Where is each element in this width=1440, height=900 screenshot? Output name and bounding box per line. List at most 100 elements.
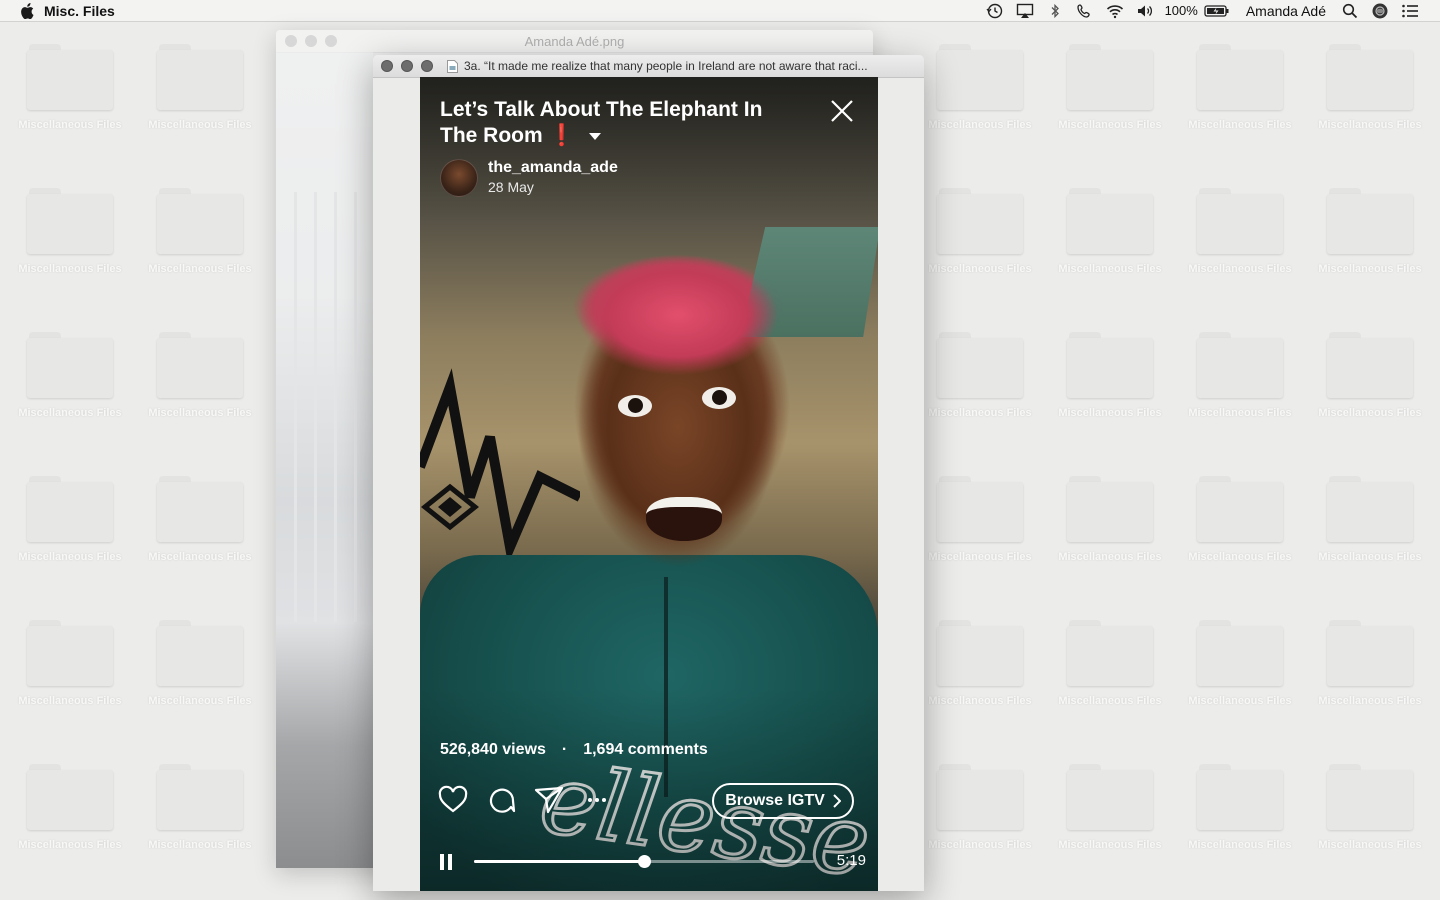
desktop-folder[interactable]: Miscellaneous Files [1305,310,1435,440]
username[interactable]: the_amanda_ade [488,159,618,177]
desktop-folder[interactable]: Miscellaneous Files [5,598,135,728]
preview-window-titlebar[interactable]: 3a. “It made me realize that many people… [373,55,924,78]
folder-label: Miscellaneous Files [928,695,1032,707]
spotlight-icon[interactable] [1340,3,1360,19]
desktop-folder[interactable]: Miscellaneous Files [135,742,265,872]
desktop-folder[interactable]: Miscellaneous Files [135,454,265,584]
railing-bar [314,192,317,622]
desktop-folder[interactable]: Miscellaneous Files [915,166,1045,296]
folder-label: Miscellaneous Files [1058,263,1162,275]
avatar[interactable] [440,159,478,197]
folder-label: Miscellaneous Files [148,839,252,851]
siri-icon[interactable] [1370,3,1390,19]
desktop-folder[interactable]: Miscellaneous Files [1175,310,1305,440]
background-window-titlebar[interactable]: Amanda Adé.png [276,30,873,53]
time-machine-icon[interactable] [985,3,1005,19]
desktop-folder[interactable]: Miscellaneous Files [915,742,1045,872]
desktop-folder[interactable]: Miscellaneous Files [1175,454,1305,584]
bluetooth-icon[interactable] [1045,3,1065,19]
desktop-folder[interactable]: Miscellaneous Files [915,598,1045,728]
folder-label: Miscellaneous Files [18,119,122,131]
action-bar [438,785,612,815]
heart-icon[interactable] [438,785,468,815]
folder-icon [937,188,1023,254]
folder-icon [1197,332,1283,398]
folder-label: Miscellaneous Files [148,551,252,563]
folder-label: Miscellaneous Files [1318,839,1422,851]
phone-icon[interactable] [1075,3,1095,19]
desktop-folder[interactable]: Miscellaneous Files [1045,598,1175,728]
desktop-folder[interactable]: Miscellaneous Files [1045,742,1175,872]
playback-controls: 5:19 [438,851,868,871]
desktop-folder[interactable]: Miscellaneous Files [135,598,265,728]
folder-icon [1327,332,1413,398]
desktop-folder[interactable]: Miscellaneous Files [1175,742,1305,872]
desktop-folder[interactable]: Miscellaneous Files [1175,22,1305,152]
railing-bar [294,192,297,622]
folder-label: Miscellaneous Files [1188,263,1292,275]
folder-icon [27,188,113,254]
browse-igtv-button[interactable]: Browse IGTV [712,783,854,819]
desktop-folder[interactable]: Miscellaneous Files [1045,454,1175,584]
desktop-folder[interactable]: Miscellaneous Files [1175,166,1305,296]
igtv-title-text: Let’s Talk About The Elephant In The Roo… [440,98,763,147]
desktop-folder[interactable]: Miscellaneous Files [1305,742,1435,872]
desktop-folder[interactable]: Miscellaneous Files [5,22,135,152]
folder-label: Miscellaneous Files [148,407,252,419]
desktop-folder[interactable]: Miscellaneous Files [1305,454,1435,584]
caret-down-icon[interactable] [588,132,601,140]
wifi-icon[interactable] [1105,3,1125,19]
pause-icon[interactable] [440,854,454,870]
progress-fill [474,860,644,863]
folder-icon [937,620,1023,686]
background-photo [276,52,373,868]
apple-menu-icon[interactable] [20,2,34,19]
airplay-icon[interactable] [1015,3,1035,19]
battery-icon[interactable] [1204,3,1230,19]
desktop-folder[interactable]: Miscellaneous Files [5,166,135,296]
desktop-folder[interactable]: Miscellaneous Files [1175,598,1305,728]
folder-icon [1327,764,1413,830]
zoom-button[interactable] [421,60,433,72]
desktop-folder[interactable]: Miscellaneous Files [135,166,265,296]
preview-window[interactable]: 3a. “It made me realize that many people… [373,55,924,891]
folder-icon [937,332,1023,398]
folder-label: Miscellaneous Files [1058,695,1162,707]
folder-label: Miscellaneous Files [148,695,252,707]
progress-scrubber[interactable] [638,855,651,868]
igtv-video[interactable]: ellesse Let’s Talk About The Elephant In… [420,77,878,891]
desktop-folder[interactable]: Miscellaneous Files [1045,310,1175,440]
desktop-folder[interactable]: Miscellaneous Files [1305,22,1435,152]
volume-icon[interactable] [1135,3,1155,19]
folder-icon [1327,188,1413,254]
minimize-button[interactable] [401,60,413,72]
desktop-folder[interactable]: Miscellaneous Files [5,742,135,872]
desktop-folder[interactable]: Miscellaneous Files [915,454,1045,584]
folder-label: Miscellaneous Files [1318,695,1422,707]
folder-icon [1067,476,1153,542]
more-options-icon[interactable] [582,785,612,815]
desktop-folder[interactable]: Miscellaneous Files [1305,166,1435,296]
close-button[interactable] [381,60,393,72]
share-icon[interactable] [534,785,564,815]
user-account-menu[interactable]: Amanda Adé [1246,3,1326,19]
background-window-title: Amanda Adé.png [524,33,625,49]
folder-icon [157,476,243,542]
progress-track[interactable] [474,855,814,868]
desktop-folder[interactable]: Miscellaneous Files [135,22,265,152]
comment-count[interactable]: 1,694 comments [583,741,708,759]
desktop-folder[interactable]: Miscellaneous Files [1305,598,1435,728]
folder-icon [937,764,1023,830]
comment-icon[interactable] [486,785,516,815]
desktop-folder[interactable]: Miscellaneous Files [915,310,1045,440]
desktop-folder[interactable]: Miscellaneous Files [135,310,265,440]
folder-label: Miscellaneous Files [1318,551,1422,563]
desktop-folder[interactable]: Miscellaneous Files [915,22,1045,152]
desktop-folder[interactable]: Miscellaneous Files [1045,22,1175,152]
notification-center-icon[interactable] [1400,3,1420,19]
app-menu-name[interactable]: Misc. Files [44,3,115,19]
desktop-folder[interactable]: Miscellaneous Files [5,454,135,584]
desktop-folder[interactable]: Miscellaneous Files [1045,166,1175,296]
close-icon[interactable] [830,99,854,123]
desktop-folder[interactable]: Miscellaneous Files [5,310,135,440]
